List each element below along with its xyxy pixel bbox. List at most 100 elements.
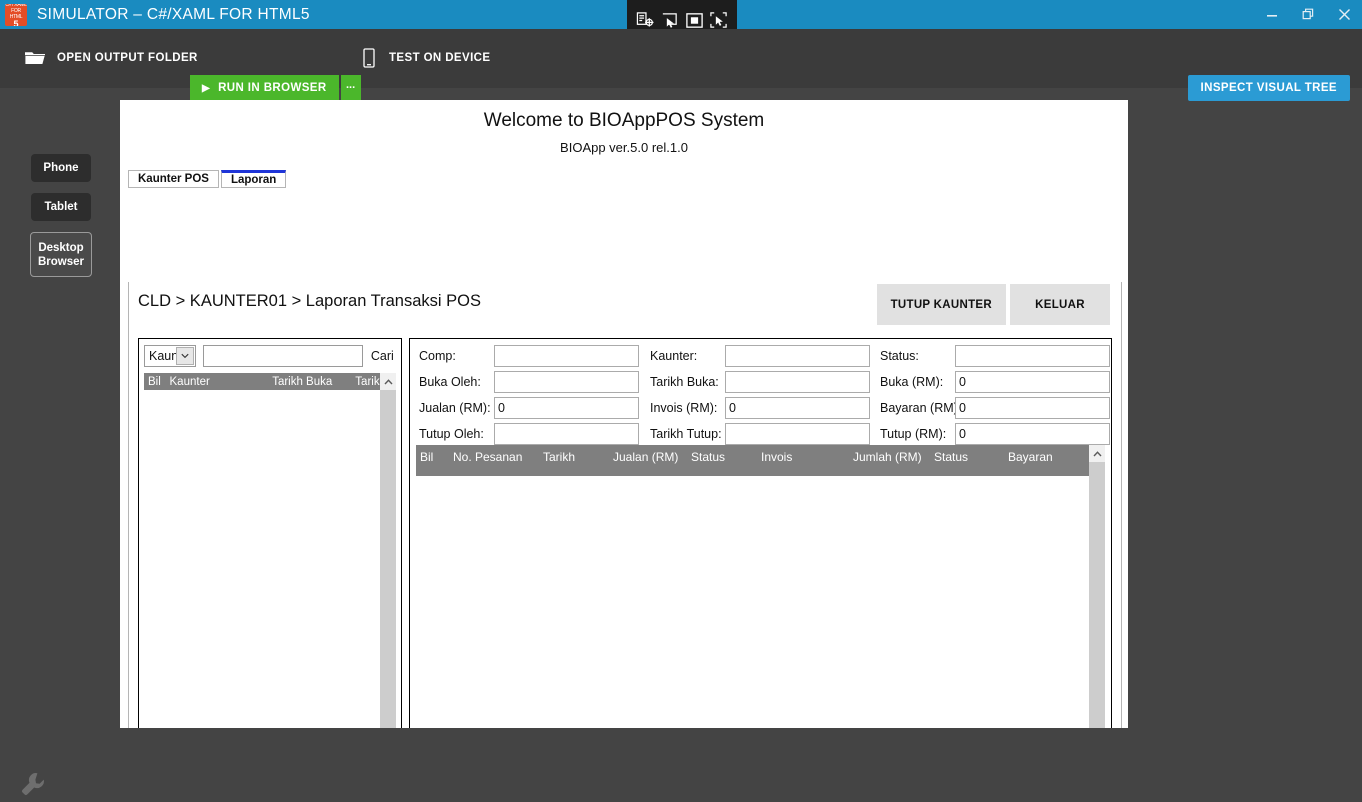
kaunter-grid-body[interactable] [144, 390, 396, 728]
tabstrip: Kaunter POS Laporan [120, 170, 1128, 188]
run-in-browser-button[interactable]: ▶ RUN IN BROWSER [190, 75, 339, 101]
main-toolbar: OPEN OUTPUT FOLDER ▶ RUN IN BROWSER ... … [0, 29, 1362, 101]
page-title: Welcome to BIOAppPOS System [483, 110, 765, 131]
label-kaunter: Kaunter: [650, 349, 698, 363]
tab-panel-laporan: CLD > KAUNTER01 > Laporan Transaksi POS … [128, 282, 1122, 728]
panel-header: CLD > KAUNTER01 > Laporan Transaksi POS … [129, 282, 1121, 338]
window-controls [1254, 0, 1362, 29]
kaunter-grid-scroll-thumb[interactable] [380, 390, 396, 728]
rail-item-phone[interactable]: Phone [31, 154, 91, 182]
inspect-visual-tree-label: INSPECT VISUAL TREE [1200, 82, 1337, 94]
transaction-grid-vertical-scrollbar[interactable] [1089, 445, 1105, 728]
field-bayaran-rm[interactable] [955, 397, 1110, 419]
label-bayaran-rm: Bayaran (RM): [880, 401, 962, 415]
breadcrumb: CLD > KAUNTER01 > Laporan Transaksi POS [138, 292, 481, 310]
run-options-button[interactable]: ... [340, 75, 361, 101]
field-tutup-oleh[interactable] [494, 423, 639, 445]
rail-item-desktop-browser[interactable]: Desktop Browser [30, 232, 92, 277]
label-buka-oleh: Buka Oleh: [419, 375, 481, 389]
test-on-device-button[interactable]: TEST ON DEVICE [363, 43, 490, 73]
field-jualan-rm[interactable] [494, 397, 639, 419]
tab-kaunter-pos-label: Kaunter POS [138, 173, 209, 185]
label-jualan-rm: Jualan (RM): [419, 401, 491, 415]
transaction-grid-body[interactable] [416, 476, 1089, 728]
app-logo-icon: C# / XAML FOR HTML 5 [5, 3, 27, 26]
kaunter-list-pane: Kaunter Cari Bil Kaunter Tarikh Buka Tar… [138, 338, 402, 728]
app-version: BIOApp ver.5.0 rel.1.0 [560, 140, 688, 155]
search-input[interactable] [202, 345, 363, 367]
field-invois-rm[interactable] [725, 397, 870, 419]
run-in-browser-label: RUN IN BROWSER [218, 82, 327, 94]
wrench-icon[interactable] [20, 771, 46, 802]
kaunter-col-kaunter: Kaunter [169, 375, 210, 388]
minimize-button[interactable] [1254, 0, 1290, 29]
transaction-grid: Bil No. Pesanan Tarikh Jualan (RM) Statu… [416, 445, 1105, 728]
chevron-down-icon[interactable] [175, 347, 194, 365]
window-title: SIMULATOR – C#/XAML FOR HTML5 [37, 5, 310, 23]
play-icon: ▶ [202, 82, 211, 94]
col-tarikh: Tarikh [543, 450, 576, 464]
field-buka-rm[interactable] [955, 371, 1110, 393]
col-status-2: Status [934, 450, 969, 464]
scroll-up-icon[interactable] [380, 373, 396, 390]
capture-scroll-icon[interactable] [709, 10, 729, 30]
field-status[interactable] [955, 345, 1110, 367]
close-button[interactable] [1326, 0, 1362, 29]
content-split: Kaunter Cari Bil Kaunter Tarikh Buka Tar… [138, 338, 1112, 728]
field-comp[interactable] [494, 345, 639, 367]
tab-laporan-label: Laporan [230, 174, 277, 186]
open-output-folder-button[interactable]: OPEN OUTPUT FOLDER [25, 43, 198, 73]
capture-region-icon[interactable] [635, 10, 655, 30]
tutup-kaunter-button[interactable]: TUTUP KAUNTER [876, 284, 1006, 325]
rail-item-tablet[interactable]: Tablet [31, 193, 91, 221]
kaunter-grid-header: Bil Kaunter Tarikh Buka Tarikh T [144, 373, 396, 390]
col-no-pesanan: No. Pesanan [453, 450, 523, 464]
app-logo-mid-text: FOR HTML [9, 7, 23, 20]
transaction-scroll-thumb[interactable] [1089, 462, 1105, 728]
field-kaunter[interactable] [725, 345, 870, 367]
col-jualan-rm: Jualan (RM) [613, 450, 679, 464]
field-buka-oleh[interactable] [494, 371, 639, 393]
phone-icon [363, 48, 375, 68]
app-logo-bottom-text: 5 [13, 18, 19, 26]
filter-select[interactable]: Kaunter [144, 345, 196, 367]
kaunter-grid-vertical-scrollbar[interactable] [380, 373, 396, 728]
col-jumlah-rm: Jumlah (RM) [853, 450, 922, 464]
field-tutup-rm[interactable] [955, 423, 1110, 445]
col-bil: Bil [420, 450, 434, 464]
transaction-scroll-up-icon[interactable] [1089, 445, 1105, 462]
label-tutup-oleh: Tutup Oleh: [419, 427, 484, 441]
keluar-button[interactable]: KELUAR [1010, 284, 1110, 325]
label-comp: Comp: [419, 349, 456, 363]
inspect-visual-tree-button[interactable]: INSPECT VISUAL TREE [1187, 75, 1350, 101]
test-on-device-label: TEST ON DEVICE [389, 52, 491, 64]
label-invois-rm: Invois (RM): [650, 401, 718, 415]
label-tarikh-tutup: Tarikh Tutup: [650, 427, 722, 441]
label-buka-rm: Buka (RM): [880, 375, 944, 389]
tab-laporan[interactable]: Laporan [220, 170, 287, 188]
device-rail: Phone Tablet Desktop Browser [0, 88, 120, 795]
label-status: Status: [880, 349, 919, 363]
rail-item-desktop-label-line1: Desktop [38, 241, 84, 254]
field-tarikh-buka[interactable] [725, 371, 870, 393]
open-output-folder-label: OPEN OUTPUT FOLDER [57, 52, 198, 64]
col-invois: Invois [761, 450, 793, 464]
capture-window-icon[interactable] [660, 10, 680, 30]
rail-item-desktop-label-line2: Browser [37, 255, 85, 268]
simulator-canvas: Welcome to BIOAppPOS System BIOApp ver.5… [120, 100, 1128, 728]
panel-header-actions: TUTUP KAUNTER KELUAR [876, 284, 1110, 325]
folder-icon [25, 50, 45, 66]
kaunter-summary-form: Comp: Kaunter: Status: Buka Oleh: Tarikh… [410, 339, 1111, 445]
field-tarikh-tutup[interactable] [725, 423, 870, 445]
app-logo-top-text: C# / XAML [5, 3, 27, 8]
capture-fullscreen-icon[interactable] [684, 10, 704, 30]
cari-button[interactable]: Cari [368, 345, 396, 367]
transaction-grid-header: Bil No. Pesanan Tarikh Jualan (RM) Statu… [416, 445, 1089, 476]
rail-item-tablet-label: Tablet [44, 201, 78, 213]
restore-button[interactable] [1290, 0, 1326, 29]
col-bayaran: Bayaran [1008, 450, 1053, 464]
label-tutup-rm: Tutup (RM): [880, 427, 947, 441]
label-tarikh-buka: Tarikh Buka: [650, 375, 719, 389]
kaunter-col-tarikh-buka: Tarikh Buka [272, 375, 333, 388]
tab-kaunter-pos[interactable]: Kaunter POS [128, 170, 219, 188]
